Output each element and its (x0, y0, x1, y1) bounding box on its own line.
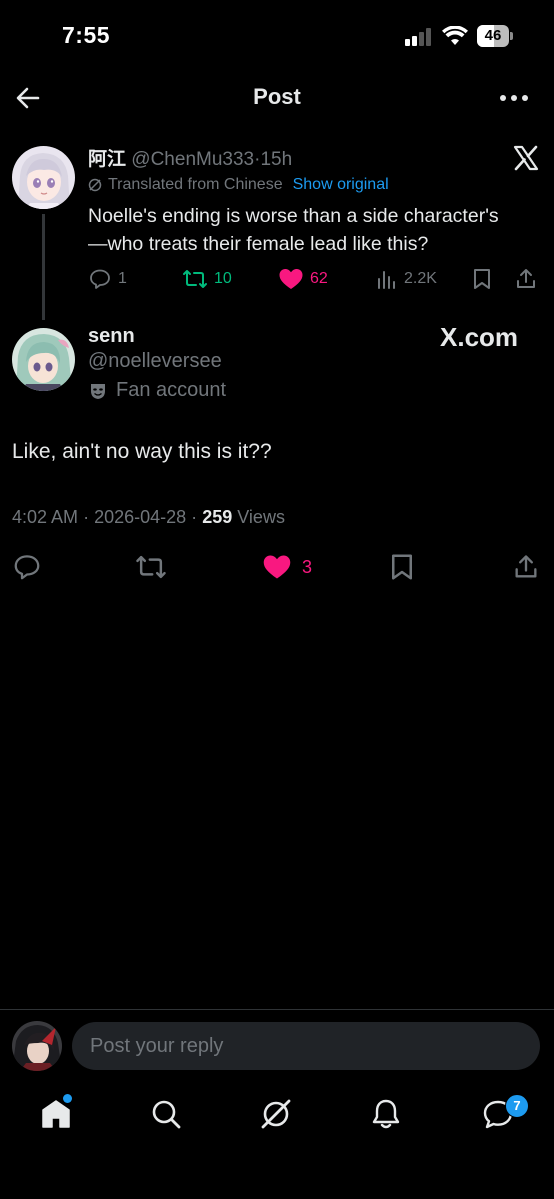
translate-icon (88, 178, 102, 192)
separator: · (83, 507, 90, 527)
post-date: 2026-04-28 (94, 507, 187, 527)
repost-count: 10 (214, 270, 232, 287)
reply-count: 1 (118, 270, 127, 287)
reply-icon (90, 269, 110, 289)
heart-icon (279, 269, 303, 289)
author-name[interactable]: senn (88, 325, 135, 348)
battery-icon: 46 (477, 25, 513, 47)
like-button[interactable]: 3 (262, 552, 312, 582)
home-notification-dot (63, 1094, 72, 1103)
heart-icon (263, 555, 291, 579)
share-button[interactable] (514, 264, 538, 294)
post-text: Noelle's ending is worse than a side cha… (88, 205, 499, 255)
more-icon[interactable] (498, 86, 530, 110)
page-title: Post (253, 84, 301, 109)
xcom-watermark: X.com (440, 322, 519, 352)
translated-label: Translated from Chinese (108, 176, 283, 193)
messages-badge: 7 (505, 1094, 529, 1118)
separator: · (191, 507, 198, 527)
share-button[interactable] (512, 552, 540, 582)
divider (0, 1009, 554, 1010)
views-label[interactable]: Views (237, 507, 285, 527)
reply-button[interactable]: 1 (88, 264, 127, 294)
notifications-icon[interactable] (368, 1096, 404, 1132)
share-icon (517, 269, 535, 288)
post-time: 15h (260, 149, 293, 170)
like-count: 3 (302, 556, 313, 577)
bookmark-button[interactable] (388, 552, 416, 582)
like-button[interactable]: 62 (278, 264, 328, 294)
bookmark-button[interactable] (471, 264, 493, 294)
account-label[interactable]: Fan account (88, 379, 226, 402)
show-original-link[interactable]: Show original (293, 176, 389, 194)
thread-line (42, 214, 45, 320)
x-logo-icon (513, 145, 539, 171)
repost-icon (136, 555, 166, 579)
post-time: 4:02 AM (12, 507, 79, 527)
reply-input[interactable] (72, 1022, 540, 1070)
translation-note: Translated from Chinese Show original (88, 176, 389, 194)
author-handle[interactable]: @noelleversee (88, 350, 222, 373)
post-actions: 3 (0, 552, 554, 584)
status-time: 7:55 (62, 22, 111, 48)
avatar[interactable] (12, 146, 75, 209)
wifi-icon (442, 26, 468, 45)
signal-icon (405, 28, 433, 46)
author-name[interactable]: 阿江 (88, 149, 126, 170)
battery-level: 46 (484, 27, 502, 44)
reply-button[interactable] (12, 552, 42, 582)
post-text: Like, ain't no way this is it?? (12, 440, 272, 463)
reply-icon (14, 555, 40, 580)
views-icon (378, 271, 395, 289)
views-count[interactable]: 259 (202, 507, 232, 527)
post-meta: 4:02 AM · 2026-04-28 · 259 Views (12, 507, 285, 528)
fan-account-label: Fan account (116, 379, 227, 401)
avatar[interactable] (12, 1021, 62, 1071)
search-icon[interactable] (148, 1096, 184, 1132)
views-button[interactable]: 2.2K (376, 264, 437, 294)
bookmark-icon (392, 554, 412, 580)
avatar[interactable] (12, 328, 75, 391)
like-count: 62 (310, 270, 328, 287)
repost-icon (183, 270, 207, 288)
bookmark-icon (474, 269, 490, 289)
repost-button[interactable] (135, 552, 167, 582)
grok-icon[interactable] (258, 1096, 294, 1132)
repost-button[interactable]: 10 (182, 264, 232, 294)
screen: 7:55 46 Post 阿江 @ChenMu333·15h Translate… (0, 0, 554, 1199)
author-handle[interactable]: @ChenMu333 (131, 149, 254, 170)
theater-mask-icon (91, 383, 105, 399)
post-actions: 1 10 62 2.2K (88, 264, 538, 294)
views-count: 2.2K (404, 270, 437, 287)
post-header: 阿江 @ChenMu333·15h (88, 144, 292, 171)
share-icon (515, 555, 537, 578)
